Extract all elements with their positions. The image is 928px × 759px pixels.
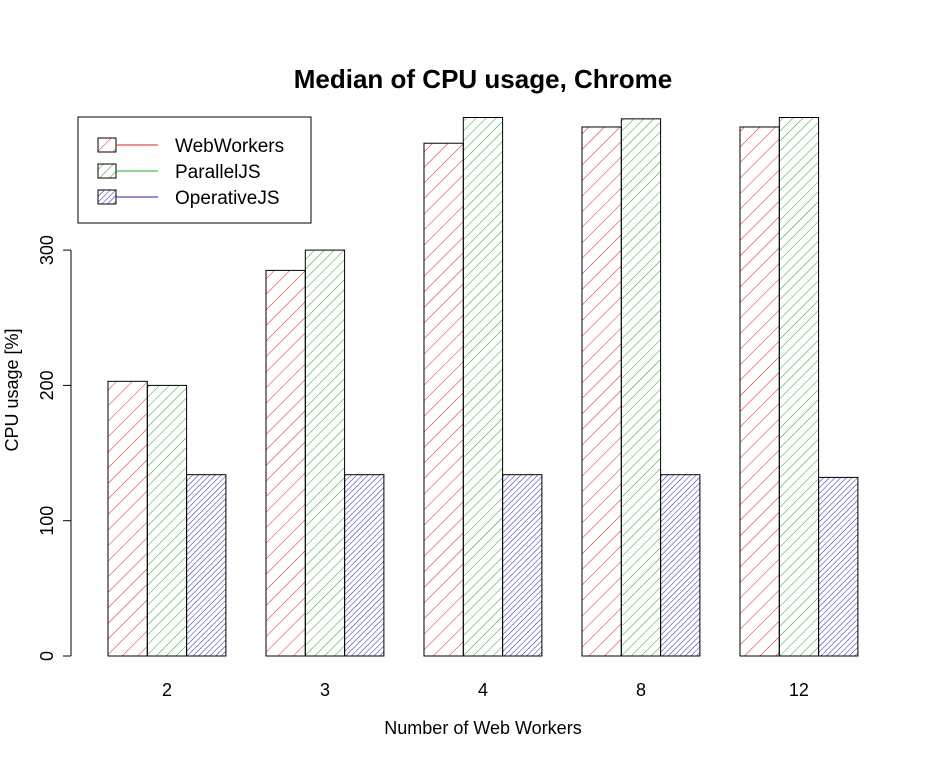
legend-label-operativejs: OperativeJS (175, 188, 280, 209)
y-tick-label: 100 (37, 506, 57, 536)
legend-swatch-webworkers (97, 137, 117, 153)
bar-paralleljs-4 (462, 117, 504, 657)
bar-operativejs-12 (818, 476, 859, 657)
legend-swatch-paralleljs (97, 163, 117, 179)
y-tick-label: 200 (37, 370, 57, 400)
bar-paralleljs-2 (146, 384, 188, 657)
x-tick-label: 12 (789, 680, 809, 700)
x-tick-label: 4 (478, 680, 488, 700)
legend-label-webworkers: WebWorkers (175, 136, 284, 157)
bar-webworkers-4 (423, 142, 464, 657)
y-axis-label: CPU usage [%] (2, 328, 22, 451)
x-tick-label: 2 (162, 680, 172, 700)
x-axis-label: Number of Web Workers (384, 718, 581, 738)
y-axis: 0 100 200 300 (37, 235, 72, 661)
bar-operativejs-3 (344, 474, 385, 657)
bar-webworkers-2 (107, 380, 148, 657)
x-tick-label: 8 (636, 680, 646, 700)
bar-operativejs-8 (660, 474, 701, 657)
legend-swatch-operativejs (97, 189, 117, 205)
chart-title: Median of CPU usage, Chrome (294, 64, 673, 94)
bar-webworkers-3 (265, 269, 306, 657)
y-tick-label: 300 (37, 235, 57, 265)
x-axis-tick-labels: 2 3 4 8 12 (162, 680, 809, 700)
bar-operativejs-2 (186, 474, 227, 657)
bar-paralleljs-12 (778, 117, 820, 657)
bar-operativejs-4 (502, 474, 543, 657)
chart: Median of CPU usage, Chrome Number of We… (2, 64, 859, 738)
y-tick-label: 0 (37, 651, 57, 661)
bar-paralleljs-3 (304, 249, 346, 657)
x-tick-label: 3 (320, 680, 330, 700)
legend-label-paralleljs: ParallelJS (175, 162, 261, 183)
bar-webworkers-12 (739, 126, 780, 657)
legend: WebWorkers ParallelJS OperativeJS (77, 116, 312, 224)
bar-webworkers-8 (581, 126, 622, 657)
bar-paralleljs-8 (620, 118, 662, 657)
